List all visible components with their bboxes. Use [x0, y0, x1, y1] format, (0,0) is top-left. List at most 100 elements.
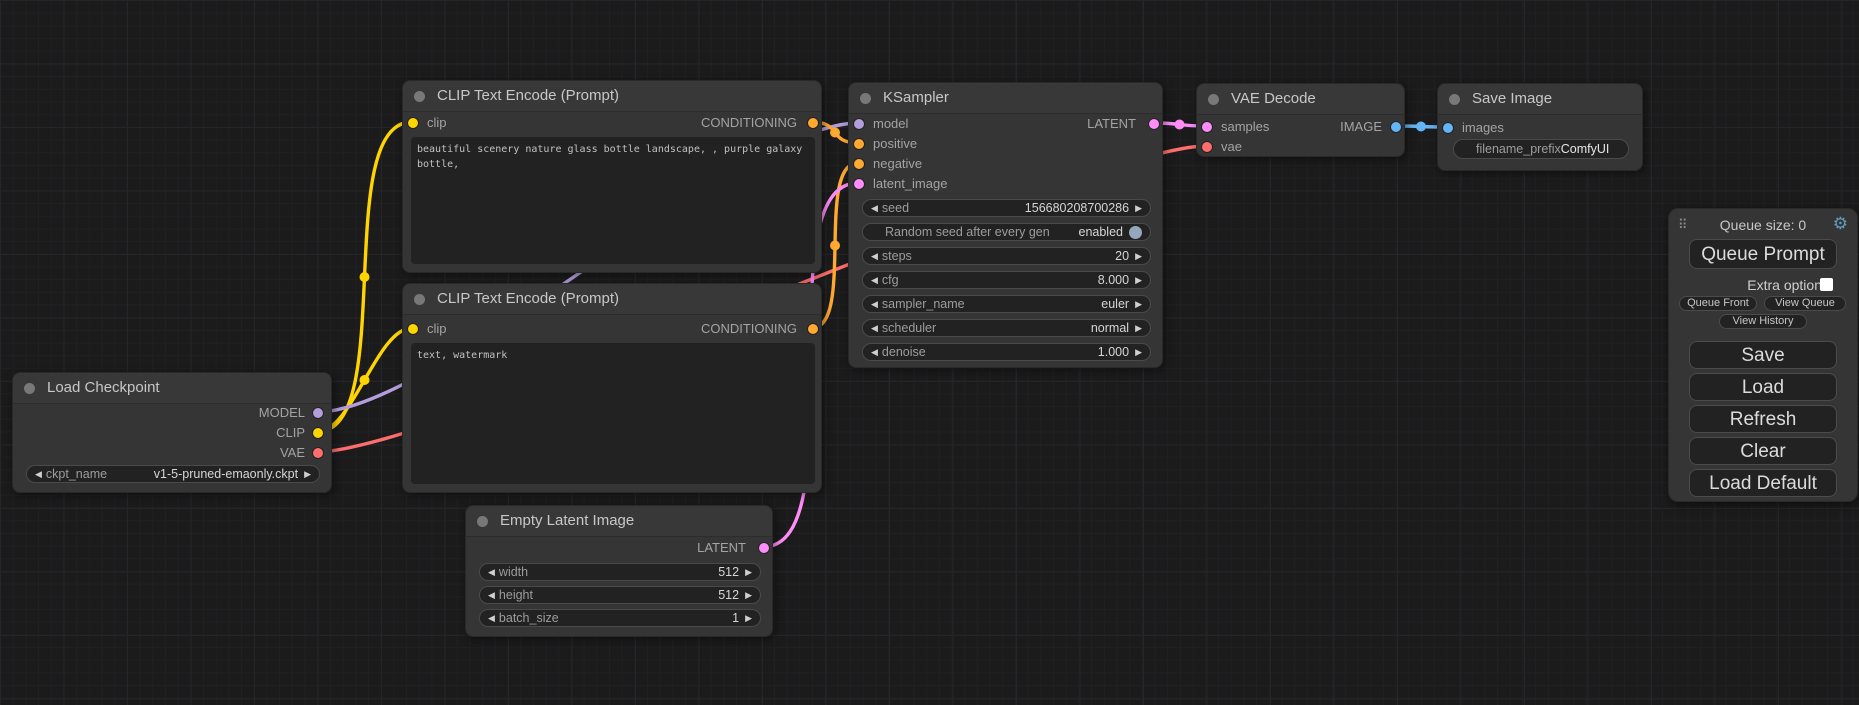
- load-default-button[interactable]: Load Default: [1689, 469, 1837, 497]
- steps-widget[interactable]: steps 20: [862, 247, 1151, 265]
- filename-prefix-widget[interactable]: filename_prefix ComfyUI: [1453, 139, 1629, 159]
- decrement-arrow-icon[interactable]: [488, 591, 495, 600]
- input-port-clip[interactable]: [408, 118, 418, 128]
- cfg-widget[interactable]: cfg 8.000: [862, 271, 1151, 289]
- widget-value: euler: [1101, 297, 1129, 311]
- clear-button[interactable]: Clear: [1689, 437, 1837, 465]
- input-port-negative[interactable]: [854, 159, 864, 169]
- settings-gear-icon[interactable]: ⚙: [1833, 214, 1848, 234]
- queue-front-button[interactable]: Queue Front: [1679, 296, 1757, 311]
- increment-arrow-icon[interactable]: [1135, 252, 1142, 261]
- increment-arrow-icon[interactable]: [1135, 324, 1142, 333]
- node-clip-text-encode-positive[interactable]: CLIP Text Encode (Prompt) clip CONDITION…: [402, 80, 822, 273]
- node-header[interactable]: Save Image: [1438, 84, 1642, 115]
- view-history-button[interactable]: View History: [1719, 314, 1807, 329]
- collapse-dot-icon[interactable]: [1449, 94, 1460, 105]
- input-label-negative: negative: [873, 156, 922, 171]
- link-midpoint-dot[interactable]: [830, 128, 840, 138]
- node-header[interactable]: CLIP Text Encode (Prompt): [403, 81, 821, 112]
- increment-arrow-icon[interactable]: [1135, 348, 1142, 357]
- output-port-conditioning[interactable]: [808, 324, 818, 334]
- random-seed-toggle-widget[interactable]: Random seed after every gen enabled: [862, 223, 1151, 241]
- link-midpoint-dot[interactable]: [830, 241, 840, 251]
- node-header[interactable]: Load Checkpoint: [13, 373, 331, 404]
- decrement-arrow-icon[interactable]: [488, 614, 495, 623]
- output-port-model[interactable]: [313, 408, 323, 418]
- node-empty-latent-image[interactable]: Empty Latent Image LATENT width 512 heig…: [465, 505, 773, 637]
- decrement-arrow-icon[interactable]: [871, 300, 878, 309]
- queue-prompt-button[interactable]: Queue Prompt: [1689, 239, 1837, 269]
- output-port-latent[interactable]: [759, 543, 769, 553]
- link-midpoint-dot[interactable]: [1175, 120, 1185, 130]
- batch-size-widget[interactable]: batch_size 1: [479, 609, 761, 627]
- widget-value: enabled: [1079, 225, 1124, 239]
- collapse-dot-icon[interactable]: [24, 383, 35, 394]
- refresh-button[interactable]: Refresh: [1689, 405, 1837, 433]
- height-widget[interactable]: height 512: [479, 586, 761, 604]
- output-port-clip[interactable]: [313, 428, 323, 438]
- input-port-model[interactable]: [854, 119, 864, 129]
- save-button[interactable]: Save: [1689, 341, 1837, 369]
- decrement-arrow-icon[interactable]: [871, 252, 878, 261]
- input-port-positive[interactable]: [854, 139, 864, 149]
- ckpt-name-widget[interactable]: ckpt_name v1-5-pruned-emaonly.ckpt: [26, 465, 320, 483]
- prompt-textarea[interactable]: text, watermark: [411, 343, 815, 484]
- output-port-image[interactable]: [1391, 122, 1401, 132]
- denoise-widget[interactable]: denoise 1.000: [862, 343, 1151, 361]
- node-vae-decode[interactable]: VAE Decode samples vae IMAGE: [1196, 83, 1405, 157]
- link-midpoint-dot[interactable]: [360, 375, 370, 385]
- view-queue-button[interactable]: View Queue: [1764, 296, 1846, 311]
- decrement-arrow-icon[interactable]: [35, 470, 42, 479]
- node-header[interactable]: VAE Decode: [1197, 84, 1404, 115]
- output-label-model: MODEL: [259, 405, 305, 420]
- collapse-dot-icon[interactable]: [414, 91, 425, 102]
- widget-label: steps: [882, 249, 912, 263]
- sampler-name-widget[interactable]: sampler_name euler: [862, 295, 1151, 313]
- widget-value: ComfyUI: [1561, 142, 1610, 156]
- node-header[interactable]: CLIP Text Encode (Prompt): [403, 284, 821, 315]
- increment-arrow-icon[interactable]: [304, 470, 311, 479]
- input-port-samples[interactable]: [1202, 122, 1212, 132]
- decrement-arrow-icon[interactable]: [871, 276, 878, 285]
- input-port-images[interactable]: [1443, 123, 1453, 133]
- node-save-image[interactable]: Save Image images filename_prefix ComfyU…: [1437, 83, 1643, 171]
- decrement-arrow-icon[interactable]: [488, 568, 495, 577]
- decrement-arrow-icon[interactable]: [871, 324, 878, 333]
- output-port-latent[interactable]: [1149, 119, 1159, 129]
- link-midpoint-dot[interactable]: [1416, 122, 1426, 132]
- node-header[interactable]: KSampler: [849, 83, 1162, 114]
- input-port-vae[interactable]: [1202, 142, 1212, 152]
- increment-arrow-icon[interactable]: [1135, 204, 1142, 213]
- prompt-textarea[interactable]: beautiful scenery nature glass bottle la…: [411, 137, 815, 264]
- decrement-arrow-icon[interactable]: [871, 204, 878, 213]
- increment-arrow-icon[interactable]: [745, 568, 752, 577]
- widget-label: sampler_name: [882, 297, 965, 311]
- link-midpoint-dot[interactable]: [360, 272, 370, 282]
- collapse-dot-icon[interactable]: [414, 294, 425, 305]
- toggle-circle-icon[interactable]: [1129, 226, 1142, 239]
- decrement-arrow-icon[interactable]: [871, 348, 878, 357]
- scheduler-widget[interactable]: scheduler normal: [862, 319, 1151, 337]
- node-ksampler[interactable]: KSampler model positive negative latent_…: [848, 82, 1163, 368]
- load-button[interactable]: Load: [1689, 373, 1837, 401]
- node-header[interactable]: Empty Latent Image: [466, 506, 772, 537]
- widget-value: 512: [718, 565, 739, 579]
- node-clip-text-encode-negative[interactable]: CLIP Text Encode (Prompt) clip CONDITION…: [402, 283, 822, 493]
- increment-arrow-icon[interactable]: [745, 614, 752, 623]
- node-load-checkpoint[interactable]: Load Checkpoint MODEL CLIP VAE ckpt_name…: [12, 372, 332, 493]
- collapse-dot-icon[interactable]: [860, 93, 871, 104]
- extra-options-checkbox[interactable]: [1820, 278, 1833, 291]
- increment-arrow-icon[interactable]: [745, 591, 752, 600]
- input-port-latent-image[interactable]: [854, 179, 864, 189]
- output-port-vae[interactable]: [313, 448, 323, 458]
- width-widget[interactable]: width 512: [479, 563, 761, 581]
- output-port-conditioning[interactable]: [808, 118, 818, 128]
- widget-value: normal: [1091, 321, 1129, 335]
- node-title: CLIP Text Encode (Prompt): [437, 290, 619, 307]
- input-port-clip[interactable]: [408, 324, 418, 334]
- increment-arrow-icon[interactable]: [1135, 300, 1142, 309]
- collapse-dot-icon[interactable]: [477, 516, 488, 527]
- increment-arrow-icon[interactable]: [1135, 276, 1142, 285]
- seed-widget[interactable]: seed 156680208700286: [862, 199, 1151, 217]
- collapse-dot-icon[interactable]: [1208, 94, 1219, 105]
